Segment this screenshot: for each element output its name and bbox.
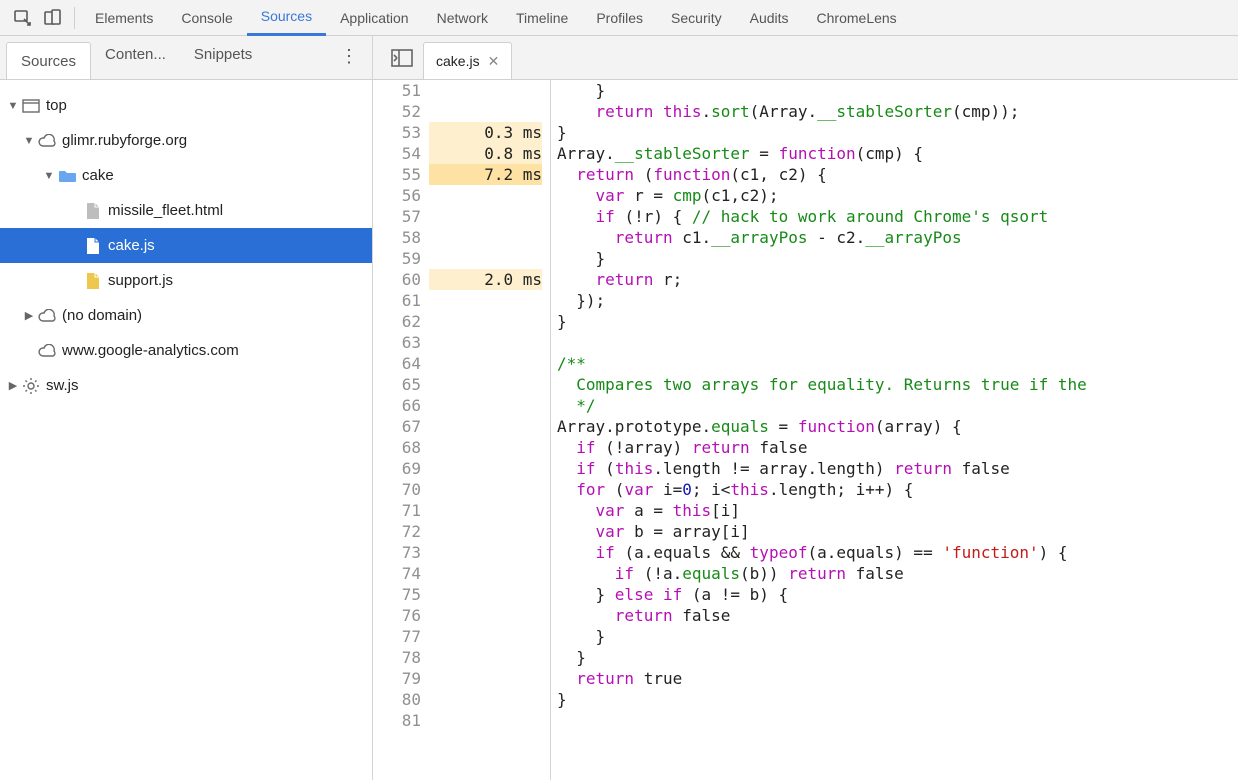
code-editor[interactable]: 5152535455565758596061626364656667686970…	[373, 80, 1238, 780]
navigator-pane: SourcesConten...Snippets ⋮ ▼ top ▼ glimr.ru…	[0, 36, 373, 780]
tab-elements[interactable]: Elements	[81, 0, 167, 36]
tree-item-label: cake	[82, 167, 114, 184]
tab-timeline[interactable]: Timeline	[502, 0, 582, 36]
tree-item-glimr-rubyforge-org[interactable]: ▼ glimr.rubyforge.org	[0, 123, 372, 158]
tree-item-top[interactable]: ▼ top	[0, 88, 372, 123]
devtools-top-tabs: ElementsConsoleSourcesApplicationNetwork…	[0, 0, 1238, 36]
file-tree: ▼ top ▼ glimr.rubyforge.org ▼ cake missile_fle…	[0, 80, 372, 780]
subtab-snippets[interactable]: Snippets	[180, 36, 266, 79]
tree-arrow-icon: ▼	[42, 170, 56, 182]
tab-profiles[interactable]: Profiles	[582, 0, 657, 36]
tree-arrow-icon: ▼	[22, 135, 36, 147]
tab-audits[interactable]: Audits	[736, 0, 803, 36]
divider	[74, 7, 75, 29]
tree-item-sw-js[interactable]: ▶ sw.js	[0, 368, 372, 403]
tree-item-label: missile_fleet.html	[108, 202, 223, 219]
file-icon	[82, 237, 104, 255]
file-icon	[82, 202, 104, 220]
close-icon[interactable]: ✕	[488, 53, 500, 70]
code-content[interactable]: } return this.sort(Array.__stableSorter(…	[551, 80, 1238, 780]
tab-chromelens[interactable]: ChromeLens	[803, 0, 911, 36]
tab-security[interactable]: Security	[657, 0, 736, 36]
tree-arrow-icon: ▶	[6, 379, 20, 392]
tree-item-cake[interactable]: ▼ cake	[0, 158, 372, 193]
cloud-icon	[36, 344, 58, 358]
folder-icon	[56, 169, 78, 183]
more-icon[interactable]: ⋮	[326, 36, 372, 79]
tree-item-label: (no domain)	[62, 307, 142, 324]
tree-item-label: www.google-analytics.com	[62, 342, 239, 359]
editor-tab-bar: cake.js ✕	[373, 36, 1238, 80]
tree-item--no-domain-[interactable]: ▶ (no domain)	[0, 298, 372, 333]
cloud-icon	[36, 309, 58, 323]
tree-item-label: glimr.rubyforge.org	[62, 132, 187, 149]
navigator-tabs: SourcesConten...Snippets ⋮	[0, 36, 372, 80]
tree-arrow-icon: ▼	[6, 100, 20, 112]
window-icon	[20, 99, 42, 113]
snippet-icon	[82, 272, 104, 290]
tree-item-cake-js[interactable]: cake.js	[0, 228, 372, 263]
inspect-icon[interactable]	[8, 3, 38, 33]
tab-sources[interactable]: Sources	[247, 0, 326, 36]
cloud-icon	[36, 134, 58, 148]
tab-network[interactable]: Network	[423, 0, 502, 36]
tree-item-support-js[interactable]: support.js	[0, 263, 372, 298]
file-tab-label: cake.js	[436, 53, 480, 69]
tree-item-label: support.js	[108, 272, 173, 289]
tree-item-label: top	[46, 97, 67, 114]
gear-icon	[20, 377, 42, 395]
tab-console[interactable]: Console	[167, 0, 246, 36]
tree-item-label: sw.js	[46, 377, 79, 394]
file-tab-cake-js[interactable]: cake.js ✕	[423, 42, 512, 79]
line-number-gutter: 5152535455565758596061626364656667686970…	[373, 80, 429, 780]
subtab-sources[interactable]: Sources	[6, 42, 91, 79]
tree-arrow-icon: ▶	[22, 309, 36, 322]
tree-item-label: cake.js	[108, 237, 155, 254]
device-icon[interactable]	[38, 3, 68, 33]
editor-pane: cake.js ✕ 515253545556575859606162636465…	[373, 36, 1238, 780]
timing-gutter: 0.3 ms0.8 ms7.2 ms2.0 ms	[429, 80, 551, 780]
tree-item-missile-fleet-html[interactable]: missile_fleet.html	[0, 193, 372, 228]
toggle-navigator-icon[interactable]	[381, 36, 423, 79]
tab-application[interactable]: Application	[326, 0, 423, 36]
tree-item-www-google-analytics-com[interactable]: www.google-analytics.com	[0, 333, 372, 368]
subtab-conten[interactable]: Conten...	[91, 36, 180, 79]
